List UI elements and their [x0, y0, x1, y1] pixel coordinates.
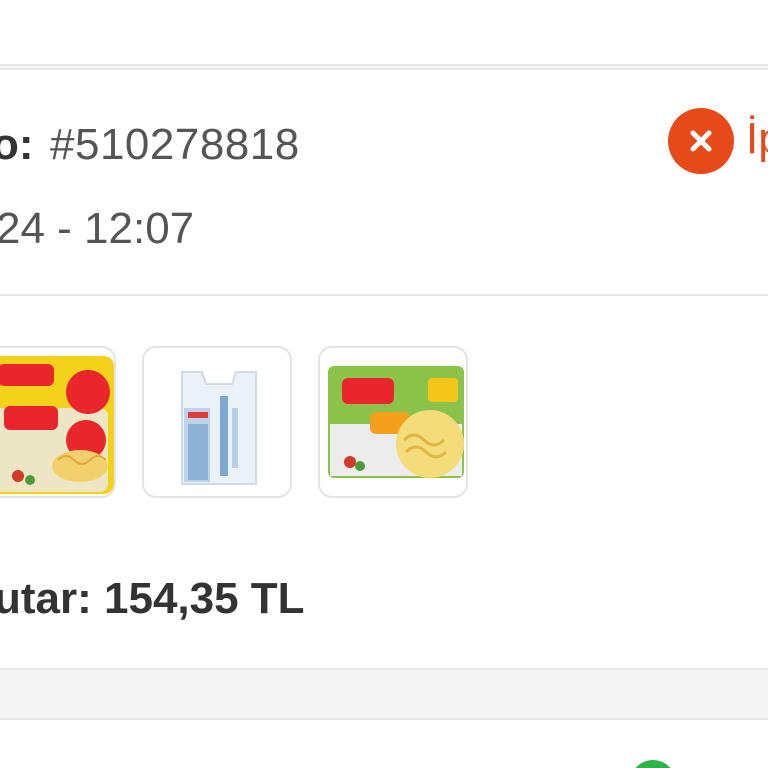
- order-total-row: utar: 154,35 TL: [0, 574, 500, 624]
- order-status: İp: [668, 108, 768, 174]
- order-number-row: o: #510278818: [0, 118, 640, 172]
- noodle-pack-image: [318, 346, 468, 498]
- order-date: 24 - 12:07: [0, 204, 195, 253]
- order-status-text: İp: [746, 114, 768, 163]
- product-thumbnails: [0, 346, 506, 498]
- close-icon: [668, 108, 734, 174]
- order-number: #510278818: [50, 120, 300, 169]
- previous-order-card: [0, 0, 768, 66]
- order-total-value: 154,35 TL: [104, 574, 305, 623]
- order-total-label: utar:: [0, 574, 92, 623]
- noodle-multipack-image: [0, 346, 116, 498]
- order-number-label: o:: [0, 120, 34, 169]
- shopping-bag-image: [142, 346, 292, 498]
- divider: [0, 294, 768, 296]
- order-history-screen: o: #510278818 24 - 12:07 İp: [0, 0, 768, 768]
